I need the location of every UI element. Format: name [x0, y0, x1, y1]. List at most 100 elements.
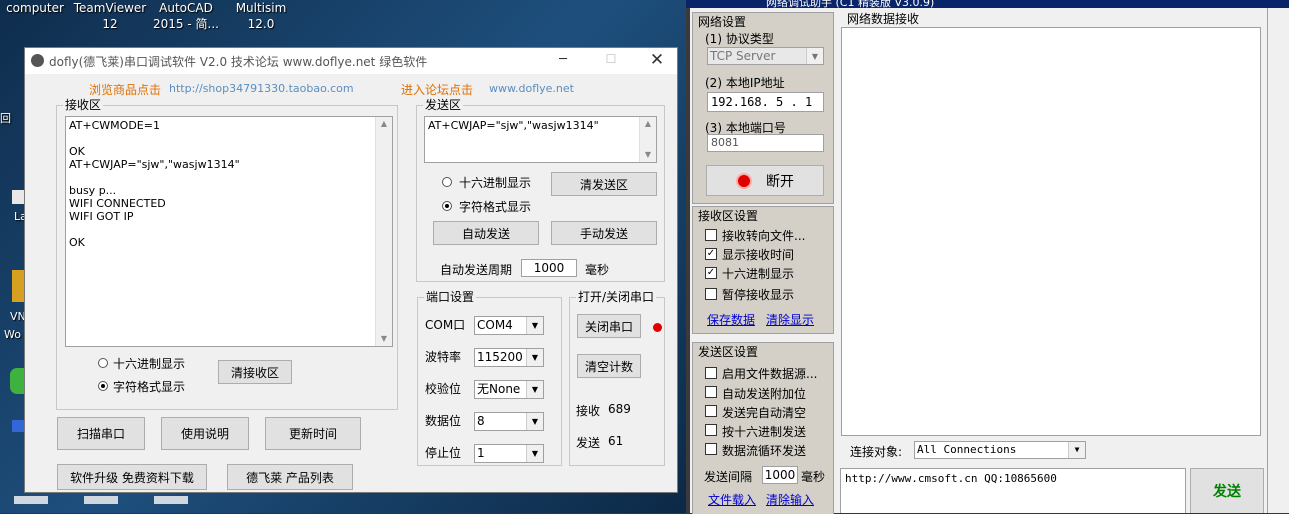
send-button[interactable]: 发送	[1190, 468, 1264, 513]
upgrade-button[interactable]: 软件升级 免费资料下载	[57, 464, 207, 490]
chevron-down-icon[interactable]: ▼	[526, 413, 543, 430]
close-icon[interactable]: ✕	[647, 50, 667, 70]
port-status-led-icon	[653, 323, 662, 332]
net-title-bar[interactable]: 网络调试助手 (C1 精装版 V3.0.9)	[686, 0, 1289, 8]
serial-title-bar[interactable]: dofly(德飞莱)串口调试软件 V2.0 技术论坛 www.doflye.ne…	[25, 48, 677, 74]
manual-send-button[interactable]: 手动发送	[551, 221, 657, 245]
send-char-radio[interactable]	[442, 201, 452, 211]
desktop-icon-teamviewer[interactable]: TeamViewer 12	[72, 0, 148, 32]
port-settings-group: 端口设置 COM口 COM4 ▼ 波特率 115200 ▼ 校验位 无None ▼ 数…	[417, 290, 562, 466]
recv-char-label: 字符格式显示	[113, 380, 186, 394]
file-source-checkbox[interactable]	[705, 367, 717, 379]
chevron-down-icon[interactable]: ▼	[526, 445, 543, 462]
parity-select[interactable]: 无None ▼	[474, 380, 544, 399]
connection-target-label: 连接对象:	[850, 445, 903, 459]
desktop-icon-autocad[interactable]: AutoCAD 2015 - 简...	[150, 0, 222, 32]
com-port-select[interactable]: COM4 ▼	[474, 316, 544, 335]
desktop-partial-icon[interactable]	[10, 368, 24, 394]
clear-receive-button[interactable]: 清接收区	[218, 360, 292, 384]
scroll-down-icon[interactable]: ▼	[640, 148, 656, 162]
shop-label: 浏览商品点击	[89, 83, 162, 97]
send-hex-radio[interactable]	[442, 177, 452, 187]
open-close-group: 打开/关闭串口 关闭串口 清空计数 接收 689 发送 61	[569, 290, 665, 466]
receive-line: WIFI GOT IP	[69, 210, 134, 223]
forum-link[interactable]: www.doflye.net	[489, 82, 574, 95]
recv-char-radio[interactable]	[98, 381, 108, 391]
auto-append-label: 自动发送附加位	[722, 387, 807, 401]
send-char-label: 字符格式显示	[459, 200, 532, 214]
send-interval-input[interactable]: 1000	[762, 466, 798, 484]
chevron-down-icon[interactable]: ▼	[526, 349, 543, 366]
receive-textarea[interactable]: AT+CWMODE=1 OK AT+CWJAP="sjw","wasjw1314" b…	[65, 116, 393, 347]
stop-bits-select[interactable]: 1 ▼	[474, 444, 544, 463]
chevron-down-icon[interactable]: ▼	[806, 48, 823, 64]
update-time-button[interactable]: 更新时间	[265, 417, 361, 450]
close-port-button[interactable]: 关闭串口	[577, 314, 641, 338]
show-recv-time-label: 显示接收时间	[722, 248, 795, 262]
send-input[interactable]: http://www.cmsoft.cn QQ:10865600	[840, 468, 1186, 513]
local-ip-input[interactable]: 192.168. 5 . 1	[707, 92, 824, 112]
save-data-link[interactable]: 保存数据	[707, 311, 755, 328]
maximize-icon[interactable]: ☐	[601, 52, 621, 70]
loop-send-checkbox[interactable]	[705, 443, 717, 455]
desktop-partial-icon[interactable]	[12, 270, 24, 302]
desktop-partial-icon[interactable]	[12, 420, 24, 432]
data-receive-textarea[interactable]	[841, 27, 1261, 436]
auto-clear-checkbox[interactable]	[705, 405, 717, 417]
hex-send-label: 按十六进制发送	[722, 425, 807, 439]
product-list-button[interactable]: 德飞莱 产品列表	[227, 464, 353, 490]
baud-rate-select[interactable]: 115200 ▼	[474, 348, 544, 367]
scan-port-button[interactable]: 扫描串口	[57, 417, 145, 450]
data-bits-select[interactable]: 8 ▼	[474, 412, 544, 431]
disconnect-button[interactable]: 断开	[706, 165, 824, 196]
open-close-title: 打开/关闭串口	[576, 290, 657, 304]
data-receive-title: 网络数据接收	[847, 12, 920, 26]
clear-send-button[interactable]: 清发送区	[551, 172, 657, 196]
auto-send-button[interactable]: 自动发送	[433, 221, 539, 245]
recv-hex-label: 十六进制显示	[113, 357, 186, 371]
auto-append-checkbox[interactable]	[705, 386, 717, 398]
net-title: 网络调试助手 (C1 精装版 V3.0.9)	[766, 0, 935, 8]
connection-target-select[interactable]: All Connections ▼	[914, 441, 1086, 459]
protocol-select[interactable]: TCP Server ▼	[707, 47, 824, 65]
clear-input-link[interactable]: 清除输入	[766, 491, 814, 508]
scroll-up-icon[interactable]: ▲	[376, 117, 392, 131]
minimize-icon[interactable]: ─	[553, 52, 573, 70]
recv-to-file-checkbox[interactable]	[705, 229, 717, 241]
receive-line	[69, 171, 389, 184]
scroll-down-icon[interactable]: ▼	[376, 332, 392, 346]
scroll-up-icon[interactable]: ▲	[640, 117, 656, 131]
port-settings-title: 端口设置	[424, 290, 477, 304]
shop-link[interactable]: http://shop34791330.taobao.com	[169, 82, 354, 95]
desktop-icon-computer[interactable]: computer	[4, 0, 66, 16]
pause-display-checkbox[interactable]	[705, 288, 717, 300]
chevron-down-icon[interactable]: ▼	[526, 317, 543, 334]
stop-bits-label: 停止位	[425, 446, 462, 460]
file-load-link[interactable]: 文件载入	[708, 491, 756, 508]
desktop-icon-multisim[interactable]: Multisim 12.0	[226, 0, 296, 32]
send-scrollbar[interactable]: ▲ ▼	[639, 117, 656, 162]
hex-display-checkbox[interactable]: ✓	[705, 267, 717, 279]
chevron-down-icon[interactable]: ▼	[526, 381, 543, 398]
clear-display-link[interactable]: 清除显示	[766, 311, 814, 328]
desktop-partial-icon[interactable]	[12, 190, 24, 204]
receive-scrollbar[interactable]: ▲ ▼	[375, 117, 392, 346]
hex-send-checkbox[interactable]	[705, 424, 717, 436]
desktop-icon-label-line2: 12	[102, 17, 118, 31]
desktop-icon-label-line2: 2015 - 简...	[153, 17, 219, 31]
local-port-input[interactable]: 8081	[707, 134, 824, 152]
chevron-down-icon[interactable]: ▼	[1068, 442, 1085, 458]
auto-period-label: 自动发送周期	[440, 263, 513, 277]
send-textarea[interactable]: AT+CWJAP="sjw","wasjw1314" ▲ ▼	[424, 116, 657, 163]
desktop-partial-label: 回	[0, 112, 11, 125]
send-group: 发送区 AT+CWJAP="sjw","wasjw1314" ▲ ▼ 十六进制显示…	[416, 98, 665, 282]
net-settings-group: 网络设置 (1) 协议类型 TCP Server ▼ (2) 本地IP地址 192…	[692, 12, 834, 204]
show-recv-time-checkbox[interactable]: ✓	[705, 248, 717, 260]
recv-hex-radio[interactable]	[98, 358, 108, 368]
help-button[interactable]: 使用说明	[161, 417, 249, 450]
desktop-icon-label: Multisim	[235, 1, 287, 15]
auto-period-input[interactable]: 1000	[521, 259, 577, 277]
com-port-value: COM4	[477, 318, 513, 332]
stop-bits-value: 1	[477, 446, 485, 460]
clear-count-button[interactable]: 清空计数	[577, 354, 641, 378]
